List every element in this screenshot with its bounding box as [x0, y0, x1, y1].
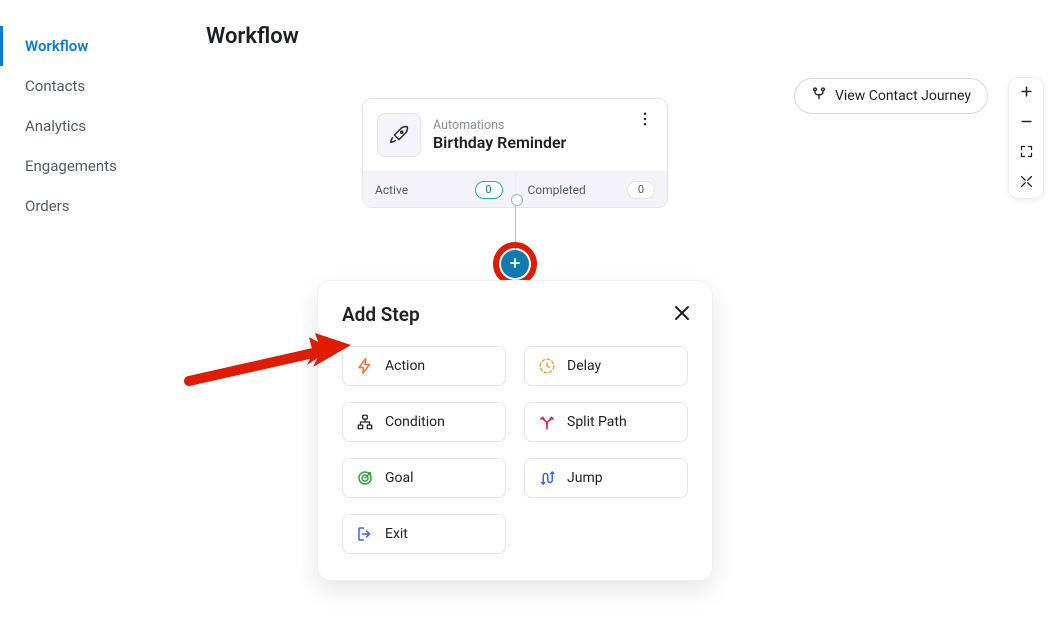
rocket-icon [377, 113, 421, 157]
workflow-card-subtitle: Automations [433, 118, 566, 133]
step-option-label: Jump [567, 470, 603, 486]
step-option-label: Split Path [567, 414, 627, 430]
step-option-label: Exit [385, 526, 408, 542]
active-label: Active [375, 183, 408, 197]
step-option-label: Delay [567, 358, 601, 374]
step-option-exit[interactable]: Exit [342, 514, 506, 554]
sidebar-item-orders[interactable]: Orders [0, 186, 190, 226]
completed-label: Completed [528, 183, 586, 197]
completed-count-badge: 0 [627, 181, 655, 199]
step-option-label: Goal [385, 470, 414, 486]
target-icon [355, 468, 375, 488]
exit-icon [355, 524, 375, 544]
split-icon [537, 412, 557, 432]
sidebar-item-label: Analytics [25, 117, 86, 135]
page-title: Workflow [206, 24, 299, 49]
workflow-stat-completed: Completed 0 [515, 172, 668, 207]
add-step-panel: Add Step Action Delay [317, 280, 713, 581]
bolt-icon [355, 356, 375, 376]
workflow-card-more-button[interactable] [633, 109, 657, 133]
add-step-button[interactable] [501, 250, 529, 278]
sidebar-item-analytics[interactable]: Analytics [0, 106, 190, 146]
plus-icon [508, 255, 522, 274]
step-option-action[interactable]: Action [342, 346, 506, 386]
add-step-title: Add Step [342, 303, 688, 326]
tree-icon [355, 412, 375, 432]
sidebar-item-contacts[interactable]: Contacts [0, 66, 190, 106]
sidebar-item-label: Workflow [25, 37, 88, 55]
close-button[interactable] [670, 301, 694, 325]
clock-icon [537, 356, 557, 376]
workflow-card-header: Automations Birthday Reminder [363, 99, 667, 171]
step-option-label: Condition [385, 414, 445, 430]
more-vertical-icon [636, 110, 654, 132]
step-option-jump[interactable]: Jump [524, 458, 688, 498]
workflow-canvas: Automations Birthday Reminder Active 0 C… [190, 60, 1060, 629]
workflow-card-title: Birthday Reminder [433, 133, 566, 152]
step-option-label: Action [385, 358, 425, 374]
sidebar-item-workflow[interactable]: Workflow [0, 26, 190, 66]
sidebar-item-label: Orders [25, 197, 70, 215]
jump-icon [537, 468, 557, 488]
close-icon [670, 310, 694, 329]
sidebar-item-engagements[interactable]: Engagements [0, 146, 190, 186]
sidebar-item-label: Engagements [25, 157, 117, 175]
step-options-grid: Action Delay Condition Split Path [342, 346, 688, 554]
sidebar: Workflow Contacts Analytics Engagements … [0, 0, 190, 226]
sidebar-item-label: Contacts [25, 77, 85, 95]
workflow-trigger-card[interactable]: Automations Birthday Reminder Active 0 C… [362, 98, 668, 208]
workflow-stat-active: Active 0 [363, 172, 515, 207]
step-option-goal[interactable]: Goal [342, 458, 506, 498]
active-count-badge: 0 [475, 181, 503, 199]
step-option-split-path[interactable]: Split Path [524, 402, 688, 442]
step-option-condition[interactable]: Condition [342, 402, 506, 442]
step-option-delay[interactable]: Delay [524, 346, 688, 386]
